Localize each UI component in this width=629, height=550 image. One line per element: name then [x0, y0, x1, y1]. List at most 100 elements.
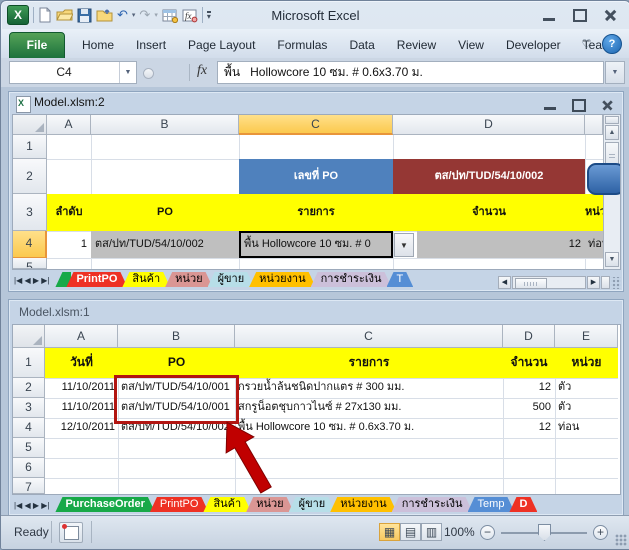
- sheet-tab-t-partial[interactable]: T: [387, 272, 414, 287]
- window1-resize-grip[interactable]: [611, 277, 621, 289]
- cell-c4-selected[interactable]: พื้น Hollowcore 10 ซม. # 0: [239, 231, 393, 258]
- close-button[interactable]: [605, 10, 616, 21]
- name-box-dropdown-icon[interactable]: ▼: [119, 62, 136, 83]
- minimize-ribbon-icon[interactable]: ♡: [581, 37, 592, 51]
- scroll-right-icon[interactable]: ▶: [587, 276, 600, 289]
- normal-view-button[interactable]: ▦: [379, 523, 400, 541]
- row-header-7[interactable]: 7: [13, 478, 45, 494]
- zoom-in-icon[interactable]: +: [593, 525, 608, 540]
- cell-e3[interactable]: ตัว: [555, 398, 618, 418]
- cell-b4[interactable]: ตส/ปท/TUD/54/10/002: [91, 231, 239, 258]
- cell-c2[interactable]: กรวยน้ำล้นชนิดปากแตร # 300 มม.: [235, 378, 503, 398]
- column-header-b[interactable]: B: [91, 115, 239, 135]
- cell-e1-header[interactable]: หน่วย: [555, 348, 618, 378]
- sheet-tab-units[interactable]: หน่วย: [165, 272, 212, 287]
- select-all-corner[interactable]: [13, 115, 47, 135]
- cell-b1-header[interactable]: PO: [118, 348, 235, 378]
- cell-d3-header[interactable]: จำนวน: [393, 194, 585, 231]
- row-header-1[interactable]: 1: [13, 348, 45, 378]
- hscroll-track[interactable]: [512, 276, 586, 289]
- sheet-tab-departments[interactable]: หน่วยงาน: [330, 497, 396, 512]
- window-resize-grip[interactable]: [615, 534, 627, 546]
- sheet-tab-printpo[interactable]: PrintPO: [150, 497, 209, 512]
- zoom-slider-thumb[interactable]: [538, 524, 551, 541]
- window1-horizontal-scrollbar[interactable]: ◀ ▶: [498, 276, 621, 289]
- cell-b3-header[interactable]: PO: [91, 194, 239, 231]
- cell-e3-header-partial[interactable]: หน่วย: [585, 194, 603, 231]
- column-header-d[interactable]: D: [503, 325, 555, 348]
- zoom-out-icon[interactable]: −: [480, 525, 495, 540]
- row-header-5[interactable]: 5: [13, 258, 47, 269]
- row-header-3[interactable]: 3: [13, 194, 47, 231]
- cell-e2[interactable]: ตัว: [555, 378, 618, 398]
- scroll-down-icon[interactable]: ▼: [605, 252, 619, 267]
- tab-insert[interactable]: Insert: [125, 32, 177, 58]
- minimize-button[interactable]: [543, 18, 555, 21]
- row-header-4[interactable]: 4: [13, 418, 45, 438]
- insert-function-fx-icon[interactable]: fx: [197, 63, 207, 79]
- sheet-tab-units[interactable]: หน่วย: [246, 497, 293, 512]
- tab-formulas[interactable]: Formulas: [266, 32, 338, 58]
- tab-file[interactable]: File: [9, 32, 65, 60]
- cell-a4[interactable]: 1: [47, 231, 91, 258]
- sheet-tab-payment[interactable]: การชำระเงิน: [311, 272, 392, 287]
- sheet-button-blue[interactable]: [587, 163, 621, 195]
- row-header-6[interactable]: 6: [13, 458, 45, 478]
- tab-review[interactable]: Review: [386, 32, 447, 58]
- sheet-nav-buttons[interactable]: |◀ ◀ ▶ ▶|: [14, 501, 49, 510]
- cell-d1-header[interactable]: จำนวน: [503, 348, 555, 378]
- cell-d2[interactable]: 12: [503, 378, 555, 398]
- zoom-level[interactable]: 100%: [444, 525, 475, 539]
- column-header-a[interactable]: A: [47, 115, 91, 135]
- cell-d2-po-number[interactable]: ตส/ปท/TUD/54/10/002: [393, 159, 585, 194]
- cell-c2-po-label[interactable]: เลขที่ PO: [239, 159, 393, 194]
- row-header-2[interactable]: 2: [13, 159, 47, 194]
- sheet-tab-temp[interactable]: Temp: [468, 497, 515, 512]
- sheet-nav-buttons[interactable]: |◀ ◀ ▶ ▶|: [14, 276, 49, 285]
- window1-close-button[interactable]: [603, 101, 613, 111]
- data-validation-dropdown-icon[interactable]: ▼: [394, 233, 414, 257]
- sheet-tab-departments[interactable]: หน่วยงาน: [249, 272, 315, 287]
- column-header-e[interactable]: E: [555, 325, 618, 348]
- tab-developer[interactable]: Developer: [495, 32, 572, 58]
- expand-formula-bar-icon[interactable]: ▼: [605, 61, 625, 84]
- sheet-tab-products[interactable]: สินค้า: [203, 497, 251, 512]
- page-break-view-button[interactable]: ▥: [421, 523, 442, 541]
- tab-view[interactable]: View: [447, 32, 495, 58]
- scroll-left-icon[interactable]: ◀: [498, 276, 511, 289]
- cell-d3[interactable]: 500: [503, 398, 555, 418]
- row-header-1[interactable]: 1: [13, 135, 47, 159]
- cell-e4-partial[interactable]: ท่อน: [585, 231, 603, 258]
- tab-home[interactable]: Home: [71, 32, 125, 58]
- select-all-corner[interactable]: [13, 325, 45, 348]
- cell-d4[interactable]: 12: [503, 418, 555, 438]
- formula-input[interactable]: พื้น Hollowcore 10 ซม. # 0.6x3.70 ม.: [217, 61, 604, 84]
- column-header-b[interactable]: B: [118, 325, 235, 348]
- scroll-up-icon[interactable]: ▲: [605, 125, 619, 140]
- restore-button[interactable]: [573, 9, 587, 22]
- cell-c1-header[interactable]: รายการ: [235, 348, 503, 378]
- column-header-c[interactable]: C: [235, 325, 503, 348]
- column-header-a[interactable]: A: [45, 325, 118, 348]
- sheet-tab-vendors[interactable]: ผู้ขาย: [208, 272, 255, 287]
- column-header-e-partial[interactable]: [585, 115, 603, 135]
- cell-e4[interactable]: ท่อน: [555, 418, 618, 438]
- sheet-tab-products[interactable]: สินค้า: [122, 272, 170, 287]
- row-header-2[interactable]: 2: [13, 378, 45, 398]
- cell-a3[interactable]: 11/10/2011: [45, 398, 118, 418]
- cell-a1-header[interactable]: วันที่: [45, 348, 118, 378]
- cell-d4[interactable]: 12: [417, 231, 585, 258]
- column-header-d[interactable]: D: [393, 115, 585, 135]
- sheet-tab-payment[interactable]: การชำระเงิน: [392, 497, 473, 512]
- tab-data[interactable]: Data: [338, 32, 385, 58]
- sheet-tab-purchaseorder[interactable]: PurchaseOrder: [55, 497, 154, 512]
- name-box[interactable]: C4 ▼: [9, 61, 137, 84]
- page-layout-view-button[interactable]: ▤: [400, 523, 421, 541]
- row-header-3[interactable]: 3: [13, 398, 45, 418]
- cell-a3-header[interactable]: ลำดับ: [47, 194, 91, 231]
- cell-a2[interactable]: 11/10/2011: [45, 378, 118, 398]
- sheet-tab-printpo[interactable]: PrintPO: [66, 272, 127, 287]
- cell-a4[interactable]: 12/10/2011: [45, 418, 118, 438]
- hscroll-thumb[interactable]: [515, 278, 547, 289]
- cell-c3-header[interactable]: รายการ: [239, 194, 393, 231]
